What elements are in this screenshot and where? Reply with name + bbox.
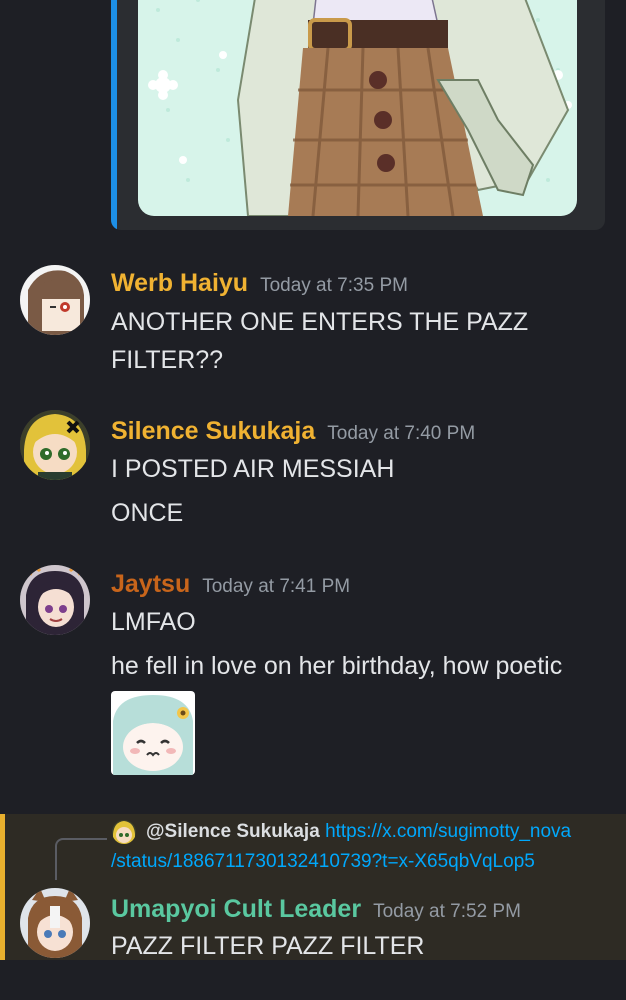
message-text: LMFAO [111,608,196,636]
chat-page: Werb Haiyu Today at 7:35 PM ANOTHER ONE E… [0,0,626,1000]
avatar-umapyoi-cult-leader[interactable] [20,888,90,958]
username[interactable]: Werb Haiyu [111,269,248,297]
avatar-werb-haiyu[interactable] [20,265,90,335]
reply-link-continued[interactable]: /status/1886711730132410739?t=x-X65qbVqL… [111,851,535,873]
timestamp: Today at 7:35 PM [260,275,408,296]
avatar-jaytsu[interactable] [20,565,90,635]
message-text: PAZZ FILTER PAZZ FILTER [111,932,425,960]
message-header: Werb Haiyu Today at 7:35 PM [111,269,408,298]
reply-link[interactable]: https://x.com/sugimotty_nova [325,821,571,842]
message-text: I POSTED AIR MESSIAH [111,455,395,483]
message-text: FILTER?? [111,346,224,374]
message-embed [111,0,605,230]
message-text: ANOTHER ONE ENTERS THE PAZZ [111,308,529,336]
sticker-image[interactable] [111,691,195,775]
message-header: Silence Sukukaja Today at 7:40 PM [111,417,475,446]
message-text: he fell in love on her birthday, how poe… [111,652,563,680]
reply-connector [55,838,107,880]
username[interactable]: Umapyoi Cult Leader [111,895,361,923]
message-text: ONCE [111,499,184,527]
message-header: Umapyoi Cult Leader Today at 7:52 PM [111,895,521,924]
embed-accent-bar [111,0,117,230]
embed-image[interactable] [138,0,577,216]
avatar-silence-sukukaja[interactable] [20,410,90,480]
reply-preview[interactable]: @Silence Sukukaja https://x.com/sugimott… [146,821,571,843]
reply-mention[interactable]: @Silence Sukukaja [146,821,320,842]
timestamp: Today at 7:40 PM [327,423,476,444]
message-header: Jaytsu Today at 7:41 PM [111,570,350,599]
username[interactable]: Silence Sukukaja [111,417,315,445]
reply-avatar[interactable] [112,820,136,844]
username[interactable]: Jaytsu [111,570,190,598]
timestamp: Today at 7:41 PM [202,576,351,597]
timestamp: Today at 7:52 PM [373,901,521,922]
